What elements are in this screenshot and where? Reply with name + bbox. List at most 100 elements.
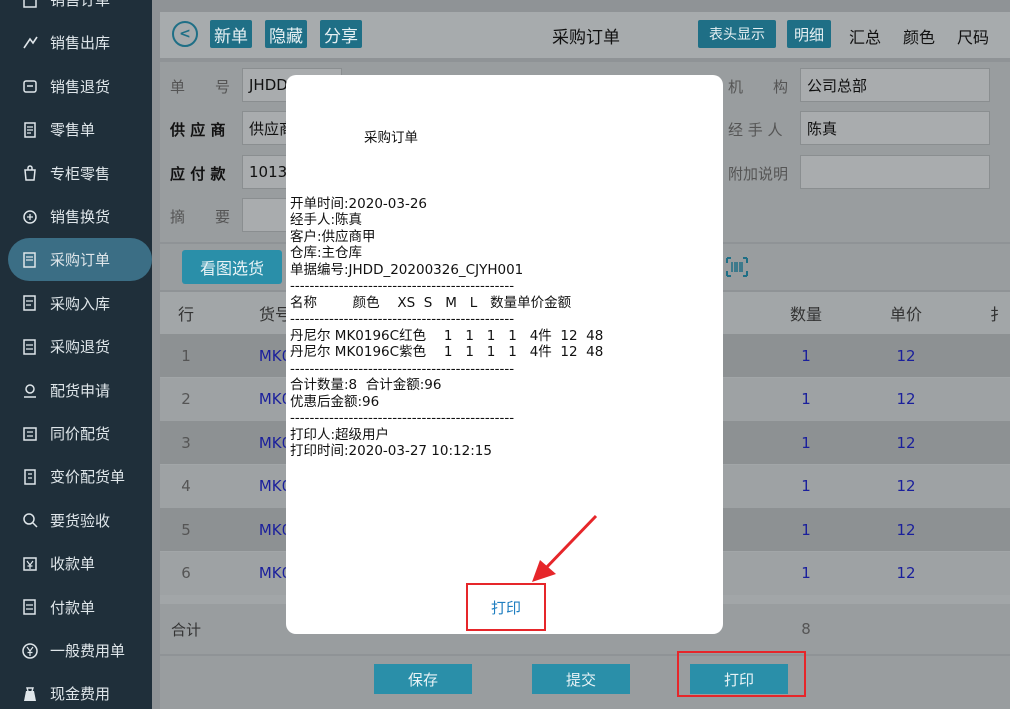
sidebar-item-5[interactable]: 销售换货 xyxy=(0,195,152,238)
cell-row: 3 xyxy=(181,433,191,452)
receipt-line: 合计数量:8 合计金额:96 xyxy=(290,377,442,393)
receipt-line: 打印时间:2020-03-27 10:12:15 xyxy=(290,443,492,459)
yuan-icon xyxy=(20,554,40,574)
same-price-icon xyxy=(20,424,40,444)
sidebar-item-label: 采购订单 xyxy=(50,251,111,270)
sidebar-item-16[interactable]: 现金费用 xyxy=(0,672,152,709)
sidebar-item-label: 同价配货 xyxy=(50,425,111,443)
sidebar-item-12[interactable]: 要货验收 xyxy=(0,499,152,542)
receipt-line: 丹尼尔 MK0196C紫色 1 1 1 1 4件 12 48 xyxy=(290,344,604,360)
sidebar-item-2[interactable]: 销售退货 xyxy=(0,65,152,108)
sidebar-item-label: 销售退货 xyxy=(50,77,111,96)
cell-row: 2 xyxy=(181,390,191,408)
cell-price: 12 xyxy=(896,346,916,365)
cell-row: 6 xyxy=(181,564,191,582)
summary-label: 摘 要 xyxy=(170,208,231,226)
extra-note-field[interactable] xyxy=(800,155,990,189)
toolbar: < 新单 隐藏 分享 采购订单 表头显示 明细 汇总 颜色 尺码 xyxy=(160,12,1010,58)
cell-qty: 1 xyxy=(801,520,811,539)
handler-field[interactable]: 陈真 xyxy=(800,111,990,145)
sidebar-item-14[interactable]: 付款单 xyxy=(0,586,152,629)
sidebar-item-3[interactable]: 零售单 xyxy=(0,108,152,151)
cell-row: 4 xyxy=(181,477,191,495)
receipt-line: ----------------------------------------… xyxy=(290,360,515,377)
sidebar-item-label: 销售换货 xyxy=(50,208,111,226)
sidebar-item-13[interactable]: 收款单 xyxy=(0,542,152,585)
extra-note-label: 附加说明 xyxy=(728,165,789,183)
size-tab[interactable]: 尺码 xyxy=(957,24,989,48)
distribution-icon xyxy=(20,380,40,400)
purchase-order-icon xyxy=(20,250,40,270)
color-tab[interactable]: 颜色 xyxy=(903,24,935,48)
cell-price: 12 xyxy=(896,390,916,408)
cell-price: 12 xyxy=(896,477,916,495)
cell-row: 5 xyxy=(181,520,191,539)
sidebar-item-label: 专柜零售 xyxy=(50,164,111,183)
order-icon xyxy=(20,0,40,10)
shipment-icon xyxy=(20,33,40,53)
sidebar-item-4[interactable]: 专柜零售 xyxy=(0,152,152,195)
exchange-icon xyxy=(20,207,40,227)
summary-tab[interactable]: 汇总 xyxy=(849,24,881,48)
receipt-line: 名称 颜色 XS S M L 数量单价金额 xyxy=(290,294,572,311)
sidebar-item-label: 付款单 xyxy=(50,598,96,617)
sidebar: 销售订单销售出库销售退货零售单专柜零售销售换货采购订单采购入库采购退货配货申请同… xyxy=(0,0,152,709)
receipt-icon xyxy=(20,120,40,140)
inspect-icon xyxy=(20,510,40,530)
submit-button[interactable]: 提交 xyxy=(532,664,630,694)
cash-bag-icon xyxy=(20,684,40,704)
cell-qty: 1 xyxy=(801,433,811,452)
sidebar-item-11[interactable]: 变价配货单 xyxy=(0,455,152,498)
sidebar-item-1[interactable]: 销售出库 xyxy=(0,21,152,64)
supplier-label: 供 应 商 xyxy=(170,121,226,139)
total-label: 合计 xyxy=(170,620,201,639)
receipt-line: 仓库:主仓库 xyxy=(290,245,363,261)
total-qty: 8 xyxy=(801,620,811,638)
handler-label: 经 手 人 xyxy=(728,121,783,139)
sidebar-item-15[interactable]: 一般费用单 xyxy=(0,629,152,672)
header-price: 单价 xyxy=(889,305,922,324)
header-qty: 数量 xyxy=(789,305,822,324)
receipt-line: ----------------------------------------… xyxy=(290,311,515,327)
sidebar-item-label: 零售单 xyxy=(50,121,96,140)
cell-price: 12 xyxy=(896,564,916,582)
sidebar-item-label: 销售出库 xyxy=(50,34,111,53)
sidebar-item-label: 配货申请 xyxy=(50,381,111,400)
detail-button[interactable]: 明细 xyxy=(787,20,831,48)
receipt-line: 经手人:陈真 xyxy=(290,212,363,228)
save-button[interactable]: 保存 xyxy=(374,664,472,694)
dialog-print-button[interactable]: 打印 xyxy=(466,583,546,631)
header-display-button[interactable]: 表头显示 xyxy=(698,20,776,48)
arrow-icon xyxy=(532,514,598,582)
receipt-line: 打印人:超级用户 xyxy=(290,426,390,443)
yuan-circle-icon xyxy=(20,641,40,661)
share-button[interactable]: 分享 xyxy=(320,20,362,48)
sidebar-item-label: 采购入库 xyxy=(50,294,111,313)
barcode-scan-icon[interactable] xyxy=(725,256,749,278)
page-title: 采购订单 xyxy=(552,28,620,48)
hide-button[interactable]: 隐藏 xyxy=(265,20,307,48)
cell-qty: 1 xyxy=(801,346,811,365)
receipt-title: 采购订单 xyxy=(364,130,418,146)
receipt-line: 优惠后金额:96 xyxy=(290,393,380,410)
sidebar-item-6[interactable]: 采购订单 xyxy=(8,238,152,282)
doc-no-label: 单 号 xyxy=(170,78,231,96)
receipt-line: 开单时间:2020-03-26 xyxy=(290,195,428,212)
sidebar-item-0[interactable]: 销售订单 xyxy=(0,0,152,21)
view-select-button[interactable]: 看图选货 xyxy=(182,250,282,284)
org-field[interactable]: 公司总部 xyxy=(800,68,990,102)
sidebar-item-9[interactable]: 配货申请 xyxy=(0,369,152,412)
sidebar-item-10[interactable]: 同价配货 xyxy=(0,412,152,455)
new-button[interactable]: 新单 xyxy=(210,20,252,48)
cell-qty: 1 xyxy=(801,390,811,408)
return-icon xyxy=(20,76,40,96)
sidebar-item-label: 收款单 xyxy=(50,555,96,574)
cell-row: 1 xyxy=(181,346,191,365)
purchase-return-icon xyxy=(20,337,40,357)
receipt-line: 客户:供应商甲 xyxy=(290,228,376,245)
sidebar-item-8[interactable]: 采购退货 xyxy=(0,325,152,368)
cell-price: 12 xyxy=(896,433,916,452)
back-icon[interactable]: < xyxy=(172,21,198,47)
header-row-no: 行 xyxy=(177,305,194,324)
sidebar-item-7[interactable]: 采购入库 xyxy=(0,282,152,325)
